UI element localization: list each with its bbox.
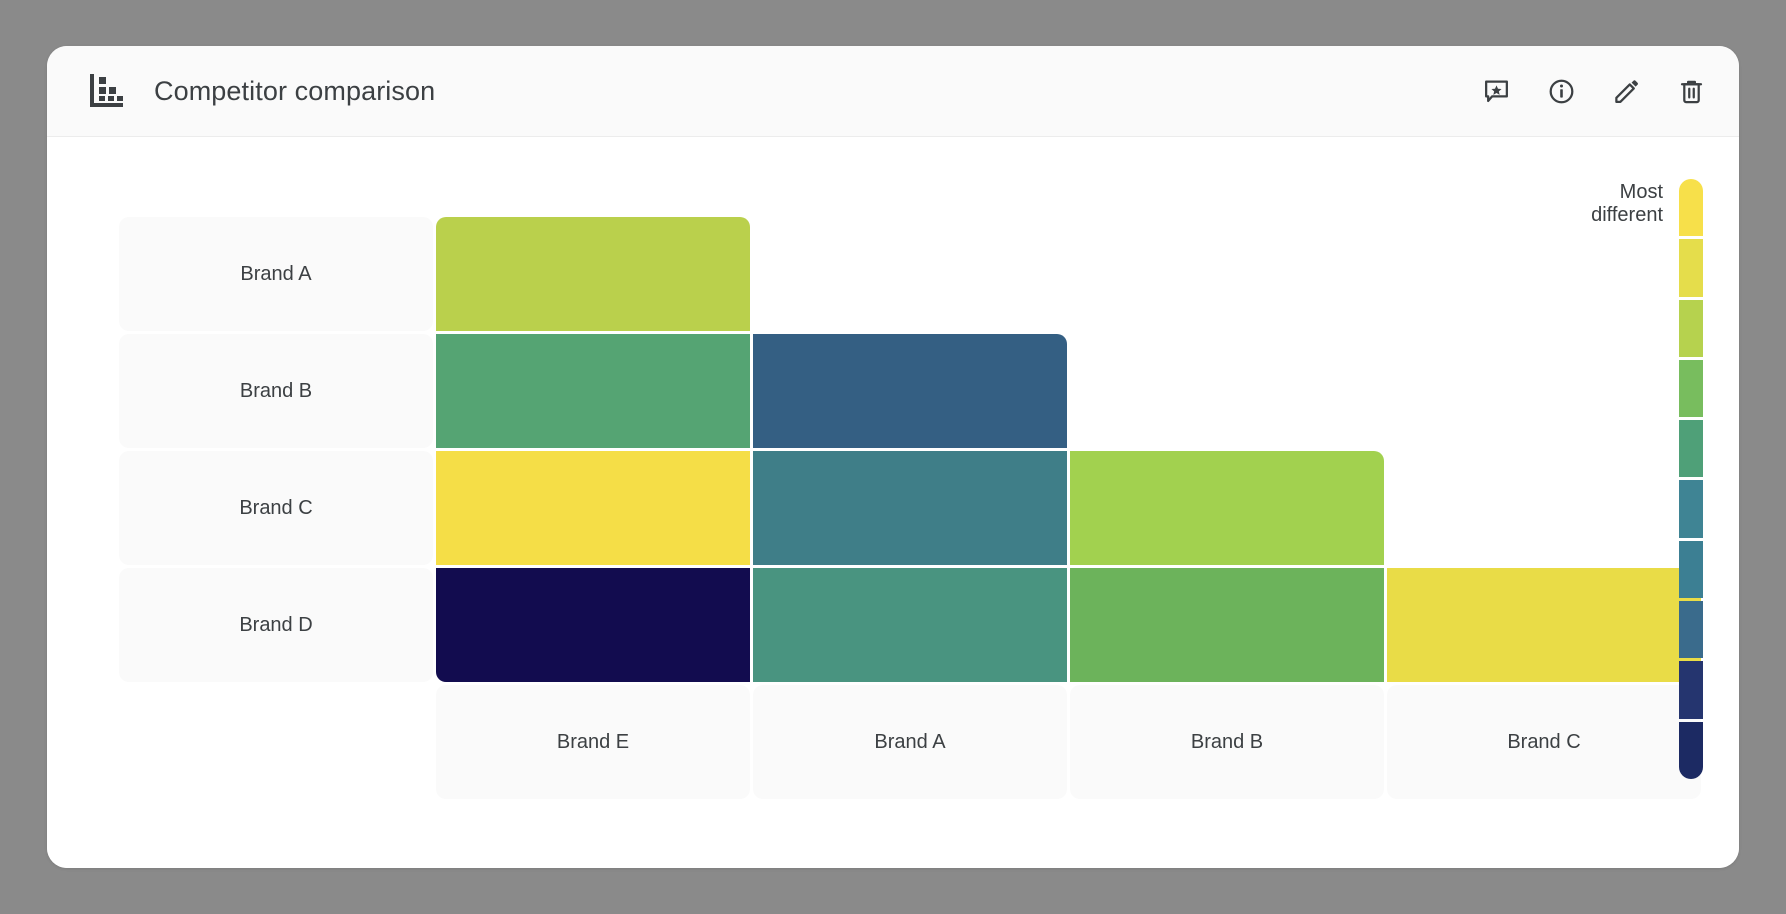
matrix-row: Brand A (119, 217, 1704, 334)
legend-top-label: Most different (1591, 181, 1663, 227)
legend-color-segment (1679, 661, 1703, 719)
row-label-brand-d[interactable]: Brand D (119, 568, 433, 682)
matrix-cell[interactable] (436, 217, 750, 331)
row-label-brand-c[interactable]: Brand C (119, 451, 433, 565)
card-header-left: Competitor comparison (85, 70, 1483, 112)
matrix-cell-empty (1070, 217, 1384, 331)
card-header: Competitor comparison (47, 46, 1739, 137)
matrix-cell-empty (753, 217, 1067, 331)
card-header-actions (1483, 78, 1705, 105)
matrix-row: Brand D (119, 568, 1704, 685)
matrix-column-label-row: Brand E Brand A Brand B Brand C (119, 685, 1704, 802)
legend-color-segment (1679, 299, 1703, 357)
delete-trash-icon[interactable] (1678, 78, 1705, 105)
matrix-row: Brand B (119, 334, 1704, 451)
legend-color-segment (1679, 420, 1703, 478)
column-label-brand-b[interactable]: Brand B (1070, 685, 1384, 799)
legend-color-segment (1679, 540, 1703, 599)
legend-color-segment (1679, 239, 1703, 297)
heatmap-matrix: Brand A Brand B Brand C Brand D Brand E Brand… (47, 137, 1739, 868)
matrix-cell[interactable] (436, 451, 750, 565)
legend-color-segment (1679, 721, 1703, 779)
color-scale-legend: Most different (1513, 179, 1703, 779)
insight-comment-icon[interactable] (1483, 78, 1510, 105)
row-label-brand-a[interactable]: Brand A (119, 217, 433, 331)
column-label-brand-a[interactable]: Brand A (753, 685, 1067, 799)
legend-color-bar[interactable] (1679, 179, 1703, 779)
matrix-grid: Brand A Brand B Brand C Brand D Brand E Brand… (119, 217, 1704, 802)
legend-color-segment (1679, 480, 1703, 538)
matrix-cell[interactable] (753, 334, 1067, 448)
matrix-cell[interactable] (1070, 568, 1384, 682)
legend-color-segment (1679, 601, 1703, 659)
legend-color-segment (1679, 179, 1703, 237)
chart-card: Competitor comparison Brand A Brand B Br… (47, 46, 1739, 868)
matrix-corner-spacer (119, 685, 433, 799)
card-body: Brand A Brand B Brand C Brand D Brand E Brand… (47, 137, 1739, 868)
matrix-chart-icon (85, 70, 127, 112)
matrix-cell-empty (1070, 334, 1384, 448)
matrix-row: Brand C (119, 451, 1704, 568)
matrix-cell[interactable] (1070, 451, 1384, 565)
matrix-cell[interactable] (436, 334, 750, 448)
legend-color-segment (1679, 359, 1703, 418)
info-icon[interactable] (1548, 78, 1575, 105)
row-label-brand-b[interactable]: Brand B (119, 334, 433, 448)
column-label-brand-e[interactable]: Brand E (436, 685, 750, 799)
page-title: Competitor comparison (154, 75, 436, 106)
edit-pencil-icon[interactable] (1613, 78, 1640, 105)
matrix-cell[interactable] (753, 451, 1067, 565)
matrix-cell[interactable] (436, 568, 750, 682)
matrix-cell[interactable] (753, 568, 1067, 682)
